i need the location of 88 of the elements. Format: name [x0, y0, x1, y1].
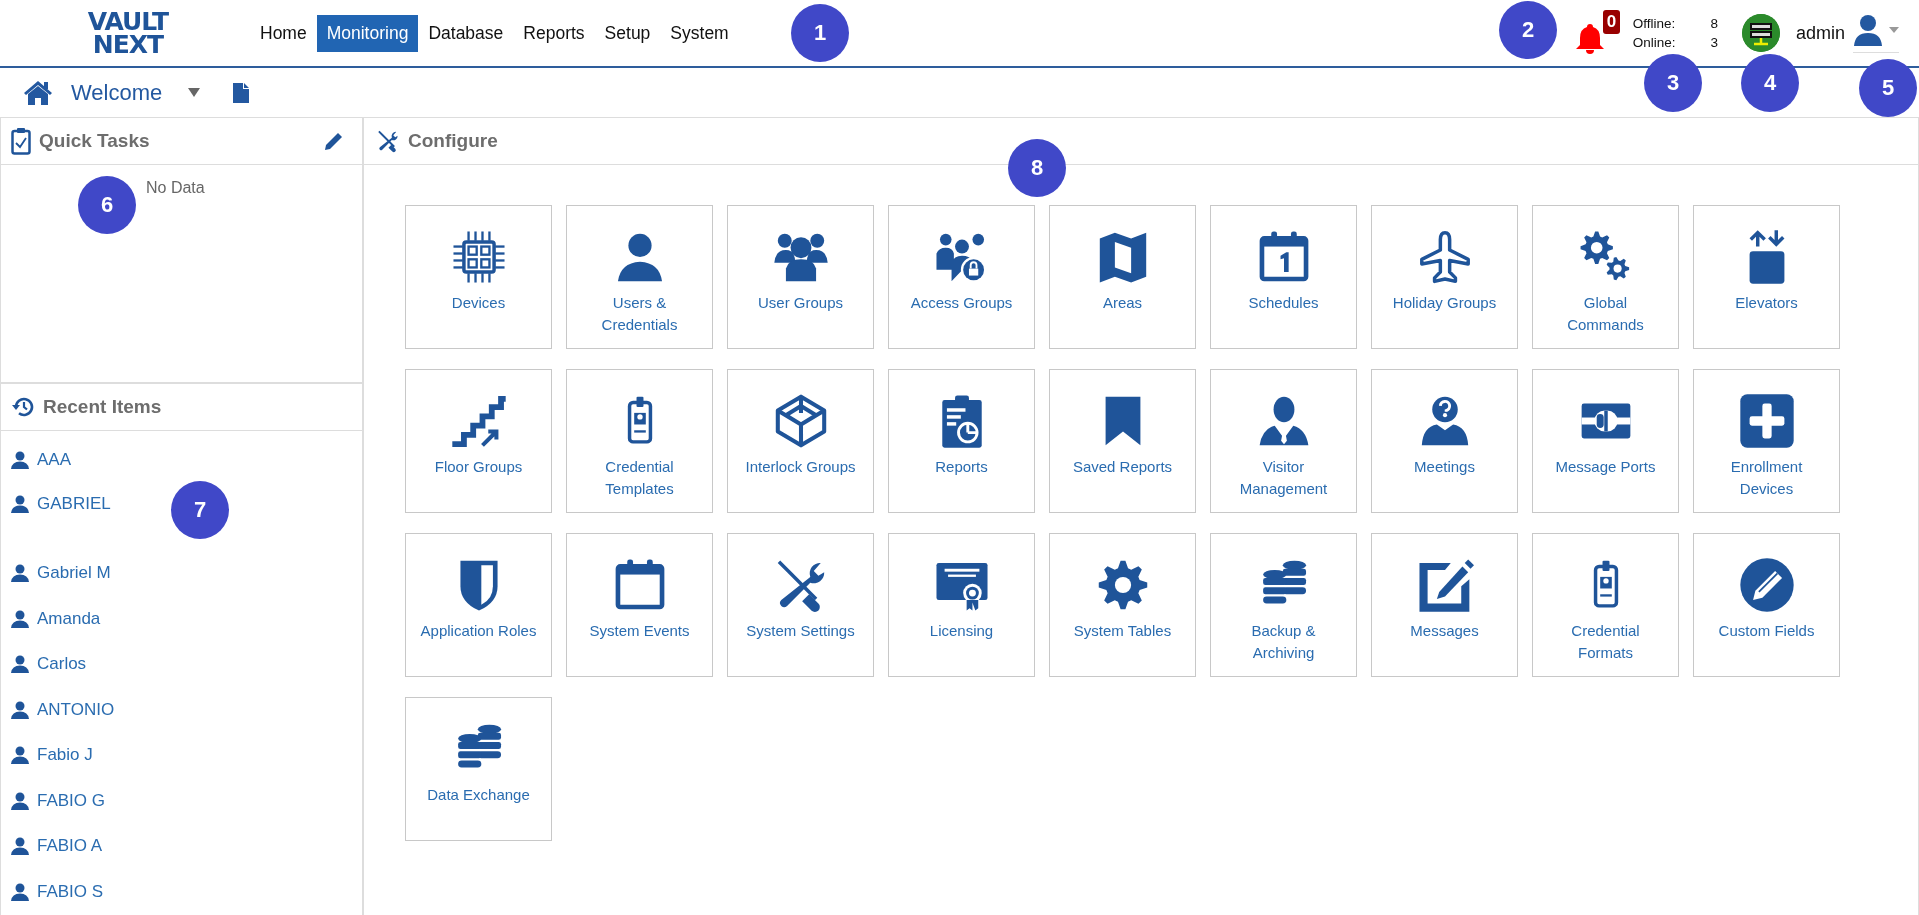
person-icon [11, 882, 29, 901]
person-icon [11, 494, 29, 513]
configure-tile[interactable]: Messages [1371, 533, 1518, 677]
configure-tile[interactable]: Floor Groups [405, 369, 552, 513]
nav-menu-item[interactable]: Monitoring [316, 14, 419, 52]
server-icon[interactable] [1741, 14, 1780, 52]
tools-icon [376, 129, 400, 153]
logo: VAULT NEXT [86, 10, 170, 56]
configure-tile[interactable]: User Groups [727, 205, 874, 349]
history-icon [11, 396, 35, 418]
callout-marker: 4 [1741, 54, 1799, 112]
configure-tile[interactable]: Reports [888, 369, 1035, 513]
person-icon [11, 837, 29, 856]
callout-marker: 3 [1644, 54, 1702, 112]
configure-tile[interactable]: Elevators [1693, 205, 1840, 349]
configure-tile[interactable]: Meetings [1371, 369, 1518, 513]
nav-menu-item[interactable]: Reports [513, 14, 595, 52]
document-icon[interactable] [233, 82, 250, 103]
configure-tile[interactable]: Areas [1049, 205, 1196, 349]
configure-tile[interactable]: Visitor Management [1210, 369, 1357, 513]
callout-marker: 1 [791, 4, 849, 62]
nav-menu-item[interactable]: Home [250, 14, 317, 52]
configure-tile[interactable]: Saved Reports [1049, 369, 1196, 513]
person-icon [11, 700, 29, 719]
panel-title: Recent Items [43, 396, 162, 418]
configure-tile[interactable]: System Tables [1049, 533, 1196, 677]
person-icon [11, 564, 29, 583]
callout-marker: 8 [1008, 139, 1066, 197]
configure-tile[interactable]: Devices [405, 205, 552, 349]
empty-message: No Data [146, 179, 205, 197]
person-icon [11, 791, 29, 810]
page-title: Welcome [71, 79, 163, 106]
configure-tile[interactable]: Interlock Groups [727, 369, 874, 513]
callout-marker: 7 [171, 481, 229, 539]
configure-tile[interactable]: Message Ports [1532, 369, 1679, 513]
status-label: Offline: [1632, 16, 1676, 31]
person-icon [11, 609, 29, 628]
panel-title: Quick Tasks [39, 130, 150, 152]
nav-menu-item[interactable]: System [660, 14, 739, 52]
configure-tile[interactable]: Credential Templates [566, 369, 713, 513]
status-label: Online: [1632, 35, 1676, 50]
nav-menu-item[interactable]: Setup [594, 14, 661, 52]
callout-marker: 5 [1859, 59, 1917, 117]
configure-tile[interactable]: Licensing [888, 533, 1035, 677]
configure-tile[interactable]: Holiday Groups [1371, 205, 1518, 349]
nav-menu-item[interactable]: Database [418, 14, 514, 52]
recent-item-link[interactable]: AAA [11, 449, 72, 470]
recent-item-link[interactable]: Carlos [11, 654, 87, 675]
recent-item-link[interactable]: FABIO S [11, 881, 104, 902]
person-icon [11, 655, 29, 674]
pencil-icon[interactable] [324, 131, 344, 151]
panel-title: Configure [408, 130, 498, 152]
pencil-circle-icon [1737, 556, 1796, 614]
home-icon[interactable] [23, 79, 53, 106]
person-icon [11, 450, 29, 469]
dropdown-caret-icon[interactable] [188, 88, 201, 97]
notification-count: 0 [1602, 10, 1621, 34]
callout-marker: 6 [78, 176, 136, 234]
user-name: admin [1795, 22, 1845, 44]
bell-icon[interactable] [1574, 22, 1605, 54]
configure-tile[interactable]: System Settings [727, 533, 874, 677]
clipboard-check-icon [11, 127, 31, 155]
configure-tile[interactable]: Backup & Archiving [1210, 533, 1357, 677]
status-count: 3 [1710, 35, 1718, 50]
configure-tile[interactable]: System Events [566, 533, 713, 677]
recent-item-link[interactable]: FABIO G [11, 790, 106, 811]
status-count: 8 [1710, 16, 1718, 31]
recent-item-link[interactable]: GABRIEL [11, 493, 111, 514]
configure-tile[interactable]: Data Exchange [405, 697, 552, 841]
recent-item-link[interactable]: Fabio J [11, 745, 93, 766]
configure-tile[interactable]: Application Roles [405, 533, 552, 677]
plus-square-icon [1737, 392, 1796, 450]
recent-item-link[interactable]: Amanda [11, 608, 101, 629]
configure-tile[interactable]: Schedules [1210, 205, 1357, 349]
configure-tile[interactable]: Credential Formats [1532, 533, 1679, 677]
recent-item-link[interactable]: Gabriel M [11, 563, 111, 584]
recent-item-link[interactable]: FABIO A [11, 836, 103, 857]
configure-tile[interactable]: Enrollment Devices [1693, 369, 1840, 513]
user-avatar-icon [1853, 13, 1883, 46]
configure-tile[interactable]: Global Commands [1532, 205, 1679, 349]
configure-tile[interactable]: Custom Fields [1693, 533, 1840, 677]
caret-icon [1889, 26, 1899, 33]
user-menu-button[interactable] [1853, 13, 1899, 53]
configure-tile[interactable]: Users & Credentials [566, 205, 713, 349]
person-icon [11, 746, 29, 765]
recent-item-link[interactable]: ANTONIO [11, 699, 115, 720]
callout-marker: 2 [1499, 1, 1557, 59]
configure-tile[interactable]: Access Groups [888, 205, 1035, 349]
